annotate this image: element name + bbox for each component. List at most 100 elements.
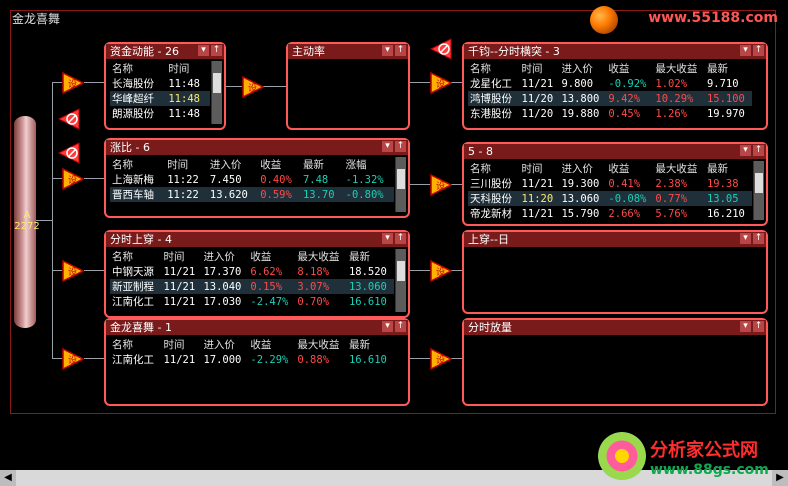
table-row[interactable]: 龙星化工 11/21 9.800 -0.92% 1.02% 9.710 — [468, 76, 752, 91]
cell-return: -2.47% — [250, 295, 289, 308]
scrollbar-thumb[interactable] — [755, 173, 763, 193]
panel-zhangbi[interactable]: 涨比 - 6 ▾ ↑ 名称 时间 进入价 收益 最新 涨幅 上海新梅 11:22 … — [104, 138, 410, 218]
cell-name: 中钢天源 — [112, 266, 154, 278]
menu-icon[interactable]: ▾ — [382, 233, 393, 244]
table-row[interactable]: 江南化工 11/21 17.000 -2.29% 0.88% 16.610 — [110, 352, 394, 367]
up-arrow-icon[interactable]: ↑ — [753, 145, 764, 156]
menu-icon[interactable]: ▾ — [740, 45, 751, 56]
setting-node-9[interactable]: 设 — [430, 347, 453, 371]
panel-title-text: 涨比 - 6 — [110, 141, 150, 154]
scroll-left-icon[interactable]: ◀ — [0, 470, 16, 486]
panel-title: 金龙喜舞 - 1 ▾ ↑ — [106, 320, 408, 335]
panel-body: 名称 时间 长海股份 11:48 华峰超纤 11:48 朗源股份 11:48 — [110, 61, 210, 124]
col-entry: 进入价 — [203, 339, 235, 351]
setting-node-6[interactable]: 设 — [430, 71, 453, 95]
menu-icon[interactable]: ▾ — [740, 145, 751, 156]
col-name: 名称 — [112, 159, 133, 171]
col-time: 时间 — [521, 163, 543, 175]
cell-latest: 18.520 — [348, 265, 387, 278]
table-row[interactable]: 中钢天源 11/21 17.370 6.62% 8.18% 18.520 — [110, 264, 394, 279]
panel-fenshishangchuan[interactable]: 分时上穿 - 4 ▾ ↑ 名称 时间 进入价 收益 最大收益 最新 中钢天源 11… — [104, 230, 410, 318]
cell-latest: 16.610 — [348, 295, 387, 308]
table-row[interactable]: 三川股份 11/21 19.300 0.41% 2.38% 19.38 — [468, 176, 752, 191]
cell-latest: 13.05 — [704, 191, 752, 206]
setting-node-3[interactable]: 设 — [62, 259, 85, 283]
panel-body: 名称 时间 进入价 收益 最大收益 最新 江南化工 11/21 17.000 -… — [110, 337, 394, 400]
col-name: 名称 — [470, 163, 491, 175]
panel-qianjun[interactable]: 千钧--分时横突 - 3 ▾ ↑ 名称 时间 进入价 收益 最大收益 最新 龙星化… — [462, 42, 768, 130]
cell-return: -0.92% — [608, 77, 647, 90]
panel-shangchuanri[interactable]: 上穿--日 ▾ ↑ — [462, 230, 768, 314]
scrollbar[interactable] — [753, 161, 764, 220]
table-row[interactable]: 江南化工 11/21 17.030 -2.47% 0.70% 16.610 — [110, 294, 394, 309]
scrollbar-thumb[interactable] — [397, 261, 405, 281]
setting-node-1[interactable]: 设 — [62, 71, 85, 95]
wire — [52, 270, 62, 271]
cell-time: 11:48 — [168, 107, 200, 120]
disabled-node-3[interactable] — [429, 38, 452, 60]
setting-node-7[interactable]: 设 — [430, 173, 453, 197]
up-arrow-icon[interactable]: ↑ — [395, 141, 406, 152]
up-arrow-icon[interactable]: ↑ — [395, 321, 406, 332]
cell-entry: 13.800 — [559, 91, 607, 106]
cell-time: 11/21 — [161, 279, 202, 294]
menu-icon[interactable]: ▾ — [198, 45, 209, 56]
svg-text:设: 设 — [68, 175, 77, 186]
up-arrow-icon[interactable]: ↑ — [395, 233, 406, 244]
up-arrow-icon[interactable]: ↑ — [753, 321, 764, 332]
table-row[interactable]: 天科股份 11:20 13.060 -0.08% 0.77% 13.05 — [468, 191, 752, 206]
col-latest: 最新 — [348, 251, 370, 263]
wire — [84, 82, 104, 83]
up-arrow-icon[interactable]: ↑ — [211, 45, 222, 56]
table-row[interactable]: 鸿博股份 11/20 13.800 9.42% 10.29% 15.100 — [468, 91, 752, 106]
panel-title: 资金动能 - 26 ▾ ↑ — [106, 44, 224, 59]
setting-node-5[interactable]: 设 — [242, 75, 265, 99]
svg-text:设: 设 — [436, 79, 445, 90]
col-name: 名称 — [112, 63, 133, 75]
menu-icon[interactable]: ▾ — [740, 321, 751, 332]
table-row[interactable]: 东港股份 11/20 19.880 0.45% 1.26% 19.970 — [468, 106, 752, 121]
cell-latest: 19.38 — [706, 177, 739, 190]
svg-text:设: 设 — [68, 355, 77, 366]
col-max-return: 最大收益 — [297, 251, 340, 263]
setting-node-8[interactable]: 设 — [430, 259, 453, 283]
up-arrow-icon[interactable]: ↑ — [753, 45, 764, 56]
up-arrow-icon[interactable]: ↑ — [395, 45, 406, 56]
setting-node-2[interactable]: 设 — [62, 167, 85, 191]
menu-icon[interactable]: ▾ — [382, 141, 393, 152]
menu-icon[interactable]: ▾ — [740, 233, 751, 244]
panel-jinlongxiwu[interactable]: 金龙喜舞 - 1 ▾ ↑ 名称 时间 进入价 收益 最大收益 最新 江南化工 11… — [104, 318, 410, 406]
cell-return: -0.08% — [606, 191, 654, 206]
setting-node-4[interactable]: 设 — [62, 347, 85, 371]
signal-table: 名称 时间 进入价 收益 最大收益 最新 龙星化工 11/21 9.800 -0… — [468, 61, 752, 121]
cell-entry: 9.800 — [561, 77, 594, 90]
scrollbar-thumb[interactable] — [397, 169, 405, 189]
col-return: 收益 — [260, 159, 282, 171]
panel-title-text: 上穿--日 — [468, 233, 509, 246]
scrollbar[interactable] — [211, 61, 222, 124]
disabled-node-2[interactable] — [57, 142, 80, 164]
cell-name: 鸿博股份 — [468, 91, 520, 106]
panel-zijindongneng[interactable]: 资金动能 - 26 ▾ ↑ 名称 时间 长海股份 11:48 华峰超纤 11:48 朗源… — [104, 42, 226, 130]
table-row[interactable]: 朗源股份 11:48 — [110, 106, 210, 121]
brand-block: 分析家公式网 www.88gs.com — [598, 432, 788, 482]
scrollbar-thumb[interactable] — [213, 73, 221, 93]
table-row[interactable]: 帝龙新材 11/21 15.790 2.66% 5.76% 16.210 — [468, 206, 752, 221]
disabled-node-1[interactable] — [57, 108, 80, 130]
table-row[interactable]: 上海新梅 11:22 7.450 0.40% 7.48 -1.32% — [110, 172, 394, 187]
table-row[interactable]: 华峰超纤 11:48 — [110, 91, 210, 106]
table-row[interactable]: 新亚制程 11/21 13.040 0.15% 3.07% 13.060 — [110, 279, 394, 294]
table-row[interactable]: 晋西车轴 11:22 13.620 0.59% 13.70 -0.80% — [110, 187, 394, 202]
panel-5-8[interactable]: 5 - 8 ▾ ↑ 名称 时间 进入价 收益 最大收益 最新 三川股份 11/21… — [462, 142, 768, 226]
menu-icon[interactable]: ▾ — [382, 45, 393, 56]
table-row[interactable]: 长海股份 11:48 — [110, 76, 210, 91]
panel-zhudonglv[interactable]: 主动率 ▾ ↑ — [286, 42, 410, 130]
col-time: 时间 — [163, 251, 185, 263]
scrollbar[interactable] — [395, 157, 406, 212]
wire — [52, 82, 62, 83]
up-arrow-icon[interactable]: ↑ — [753, 233, 764, 244]
scrollbar[interactable] — [395, 249, 406, 312]
cell-return: 6.62% — [250, 265, 283, 278]
menu-icon[interactable]: ▾ — [382, 321, 393, 332]
panel-fenshifangliang[interactable]: 分时放量 ▾ ↑ — [462, 318, 768, 406]
